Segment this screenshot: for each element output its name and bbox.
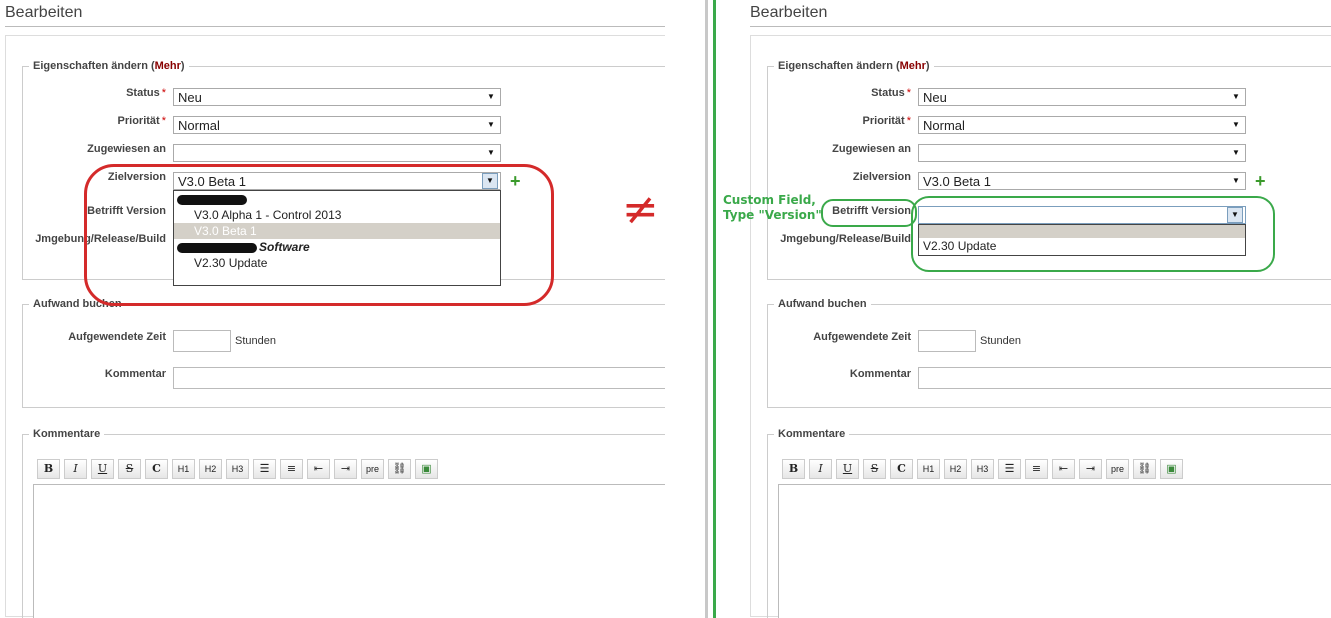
numbered-list-icon[interactable]: ≡	[1025, 459, 1048, 479]
chevron-down-icon: ▼	[487, 92, 495, 101]
comment-editor[interactable]	[778, 484, 1331, 618]
h3-button[interactable]: H3	[226, 459, 249, 479]
image-icon[interactable]: ▣	[415, 459, 438, 479]
annotation-line: Type "Version"	[723, 208, 822, 222]
numbered-list-icon[interactable]: ≡	[280, 459, 303, 479]
title-divider	[5, 26, 665, 27]
right-pane: Bearbeiten Eigenschaften ändern (Mehr) S…	[745, 0, 1331, 618]
add-version-icon[interactable]: +	[1255, 172, 1266, 190]
chevron-down-icon: ▼	[1232, 176, 1240, 185]
image-icon[interactable]: ▣	[1160, 459, 1183, 479]
more-link[interactable]: Mehr	[900, 60, 926, 72]
pre-button[interactable]: pre	[361, 459, 384, 479]
priority-select[interactable]: Normal ▼	[918, 116, 1246, 134]
bullet-list-icon[interactable]: ☰	[253, 459, 276, 479]
code-button[interactable]: C	[890, 459, 913, 479]
pre-button[interactable]: pre	[1106, 459, 1129, 479]
bold-button[interactable]: B	[782, 459, 805, 479]
hours-unit: Stunden	[235, 335, 276, 347]
left-pane: Bearbeiten Eigenschaften ändern (Mehr) S…	[0, 0, 665, 618]
underline-button[interactable]: U	[91, 459, 114, 479]
chevron-down-icon: ▼	[1232, 148, 1240, 157]
effort-legend: Aufwand buchen	[778, 298, 867, 310]
time-input[interactable]	[918, 330, 976, 352]
italic-button[interactable]: I	[64, 459, 87, 479]
effort-fieldset: Aufwand buchen	[22, 298, 665, 408]
chevron-down-icon: ▼	[487, 148, 495, 157]
editor-toolbar: B I U S C H1 H2 H3 ☰ ≡ ⇤ ⇥ pre ⛓ ▣	[37, 459, 438, 479]
time-label: Aufgewendete Zeit	[68, 331, 166, 343]
hours-unit: Stunden	[980, 335, 1021, 347]
strike-button[interactable]: S	[863, 459, 886, 479]
comment-input[interactable]	[918, 367, 1331, 389]
underline-button[interactable]: U	[836, 459, 859, 479]
target-version-select[interactable]: V3.0 Beta 1 ▼	[918, 172, 1246, 190]
priority-select[interactable]: Normal ▼	[173, 116, 501, 134]
status-label: Status *	[126, 87, 166, 99]
page-title: Bearbeiten	[5, 4, 83, 21]
chevron-down-icon: ▼	[487, 120, 495, 129]
italic-button[interactable]: I	[809, 459, 832, 479]
comments-legend: Kommentare	[33, 428, 101, 440]
link-icon[interactable]: ⛓	[388, 459, 411, 479]
bullet-list-icon[interactable]: ☰	[998, 459, 1021, 479]
effort-fieldset: Aufwand buchen	[767, 298, 1331, 408]
page-title: Bearbeiten	[750, 4, 828, 21]
chevron-down-icon: ▼	[1232, 120, 1240, 129]
properties-legend: Eigenschaften ändern (Mehr)	[778, 60, 930, 72]
status-select[interactable]: Neu ▼	[173, 88, 501, 106]
indent-left-icon[interactable]: ⇤	[1052, 459, 1075, 479]
chevron-down-icon: ▼	[1232, 92, 1240, 101]
link-icon[interactable]: ⛓	[1133, 459, 1156, 479]
assigned-select[interactable]: ▼	[173, 144, 501, 162]
priority-label: Priorität *	[117, 115, 166, 127]
pane-divider-green	[713, 0, 716, 618]
environment-label: Jmgebung/Release/Build	[780, 233, 911, 245]
target-version-label: Zielversion	[852, 171, 911, 183]
comment-label: Kommentar	[104, 368, 166, 380]
h2-button[interactable]: H2	[944, 459, 967, 479]
assigned-label: Zugewiesen an	[832, 143, 911, 155]
assigned-select[interactable]: ▼	[918, 144, 1246, 162]
comment-input[interactable]	[173, 367, 665, 389]
h3-button[interactable]: H3	[971, 459, 994, 479]
h2-button[interactable]: H2	[199, 459, 222, 479]
comments-legend: Kommentare	[778, 428, 846, 440]
time-input[interactable]	[173, 330, 231, 352]
status-label: Status *	[871, 87, 911, 99]
priority-label: Priorität *	[862, 115, 911, 127]
assigned-label: Zugewiesen an	[87, 143, 166, 155]
comment-editor[interactable]	[33, 484, 665, 618]
not-equal-annotation: ≠	[622, 184, 659, 235]
properties-legend: Eigenschaften ändern (Mehr)	[33, 60, 185, 72]
h1-button[interactable]: H1	[172, 459, 195, 479]
annotation-red-outline	[84, 164, 554, 306]
annotation-line: Custom Field,	[723, 193, 816, 207]
code-button[interactable]: C	[145, 459, 168, 479]
annotation-green-label-outline	[821, 199, 917, 227]
annotation-green-field-outline	[911, 196, 1275, 272]
time-label: Aufgewendete Zeit	[813, 331, 911, 343]
pane-divider	[705, 0, 708, 618]
indent-right-icon[interactable]: ⇥	[334, 459, 357, 479]
bold-button[interactable]: B	[37, 459, 60, 479]
strike-button[interactable]: S	[118, 459, 141, 479]
indent-right-icon[interactable]: ⇥	[1079, 459, 1102, 479]
editor-toolbar: B I U S C H1 H2 H3 ☰ ≡ ⇤ ⇥ pre ⛓ ▣	[782, 459, 1183, 479]
indent-left-icon[interactable]: ⇤	[307, 459, 330, 479]
more-link[interactable]: Mehr	[155, 60, 181, 72]
h1-button[interactable]: H1	[917, 459, 940, 479]
comment-label: Kommentar	[849, 368, 911, 380]
custom-field-annotation: Custom Field, Type "Version"	[723, 193, 822, 223]
title-divider	[750, 26, 1331, 27]
status-select[interactable]: Neu ▼	[918, 88, 1246, 106]
